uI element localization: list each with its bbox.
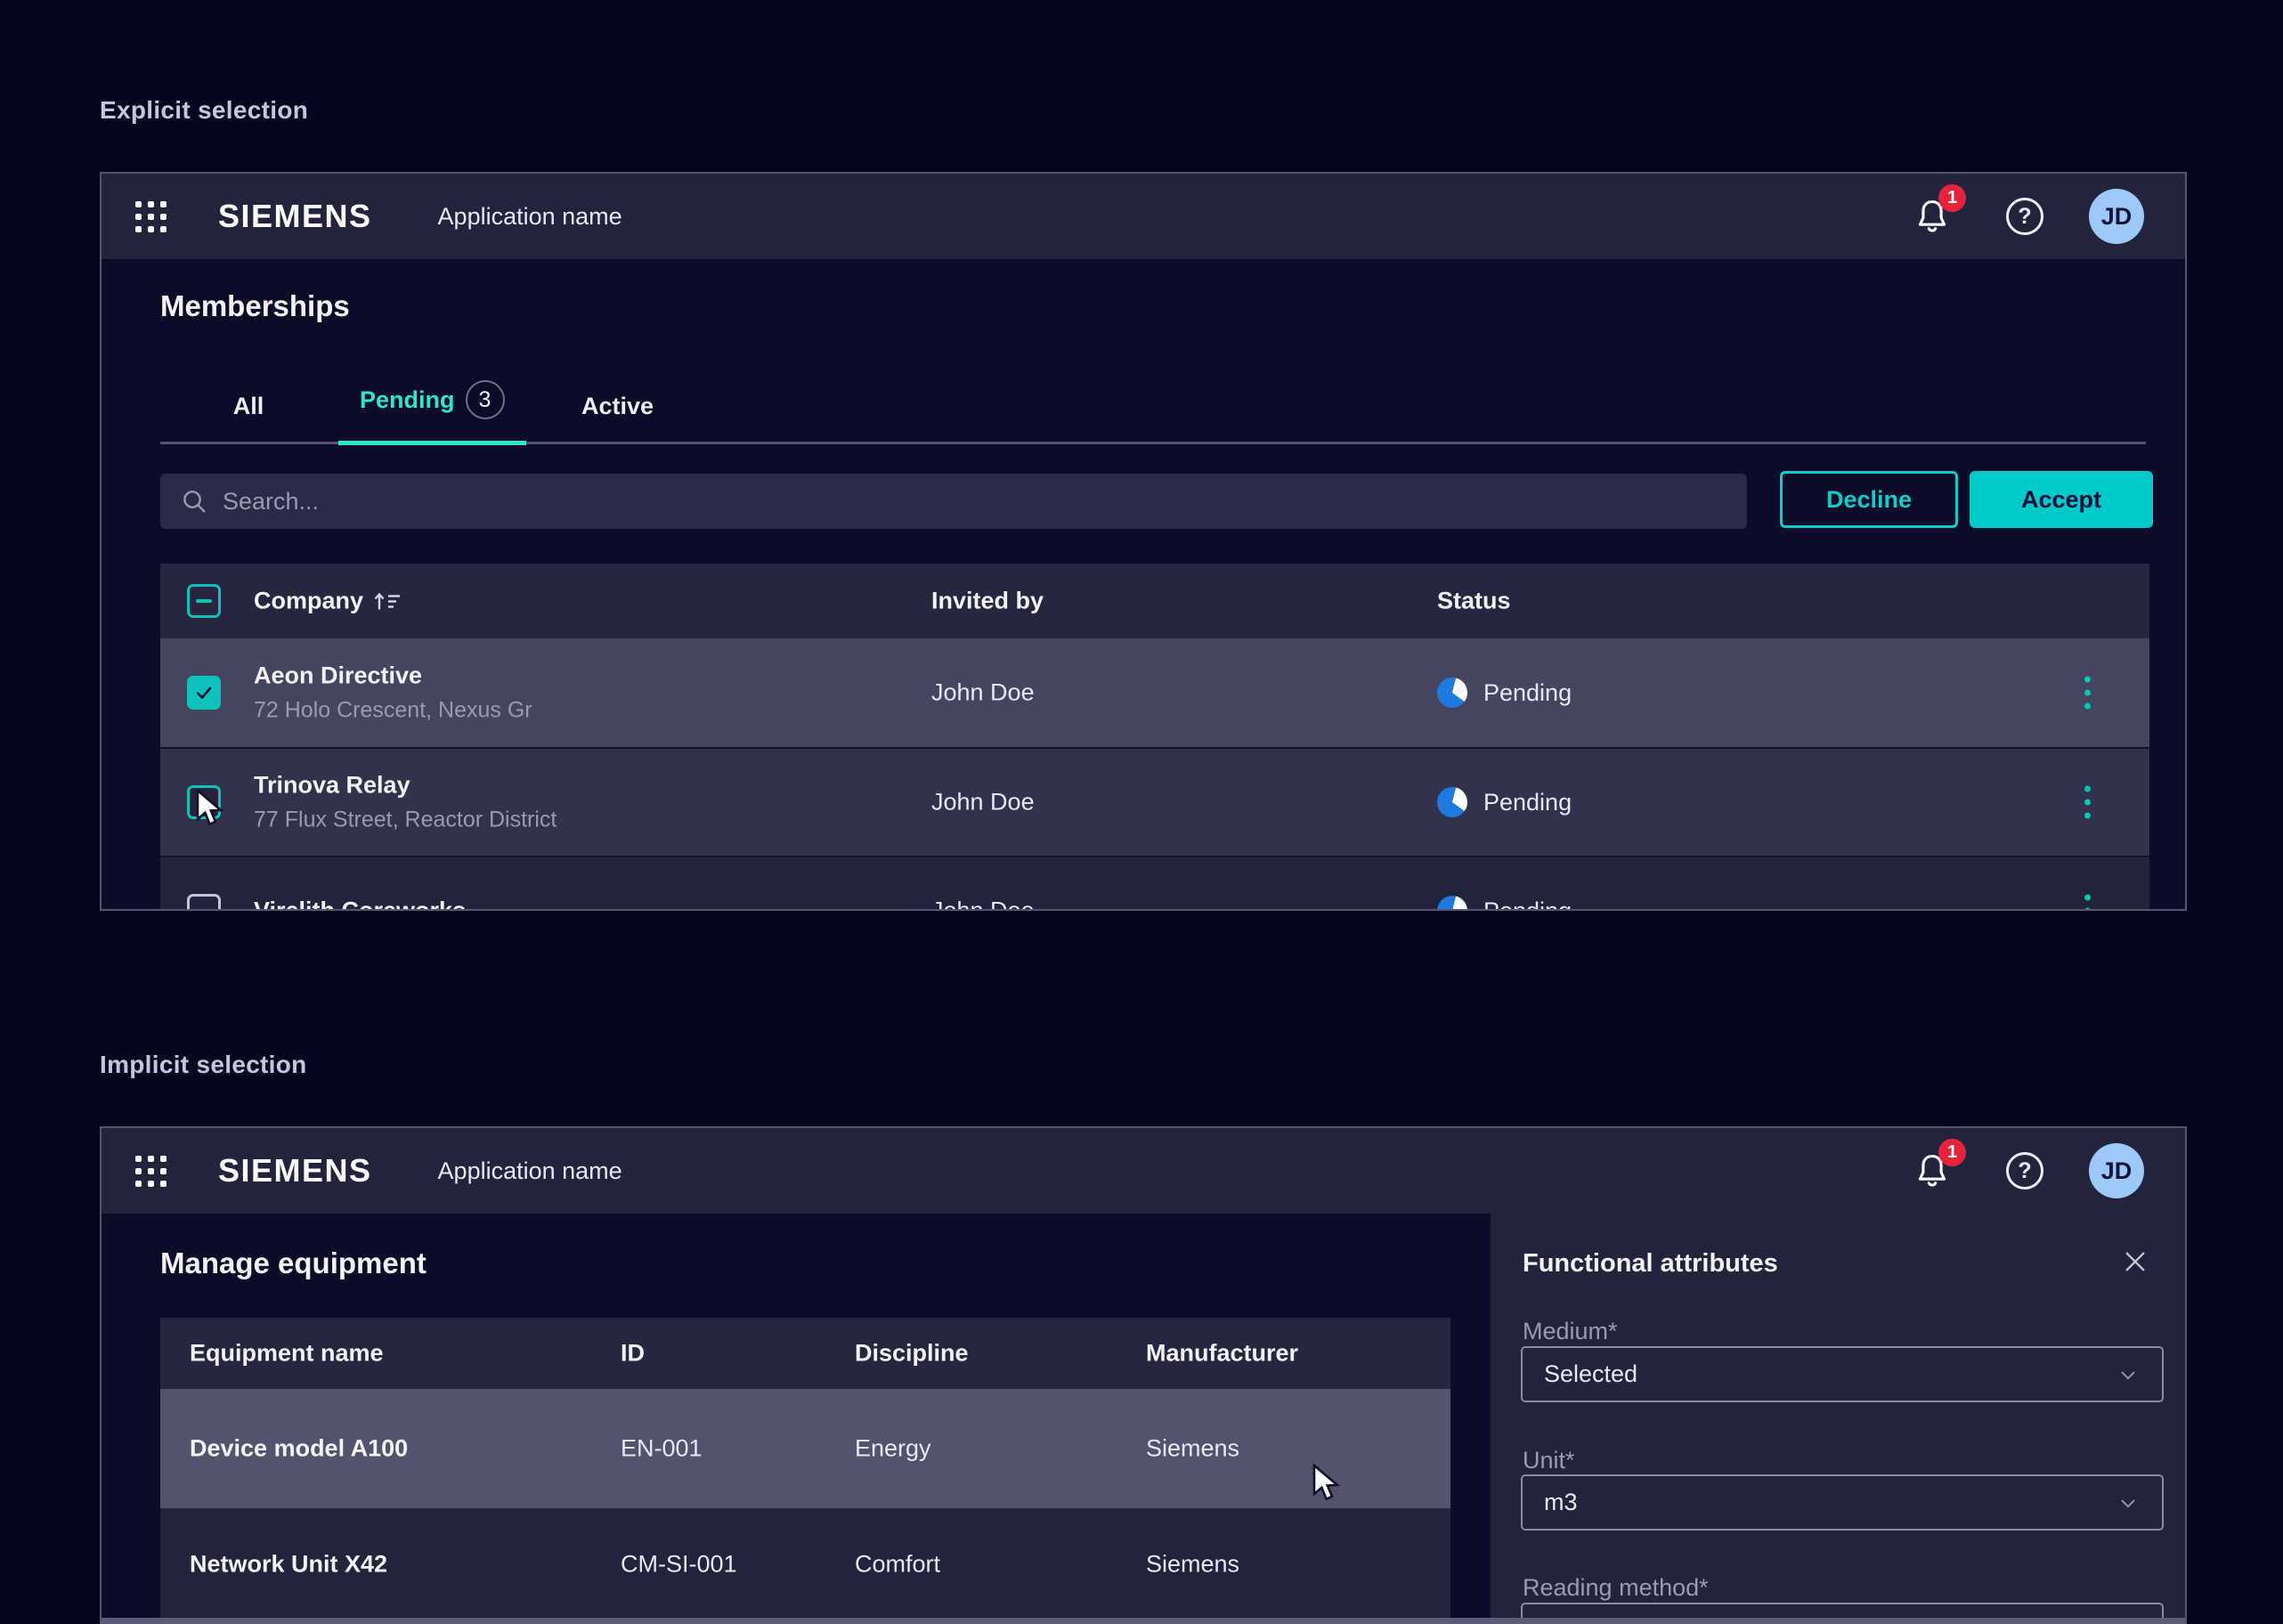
table-row-aeon-directive[interactable]: Aeon Directive 72 Holo Crescent, Nexus G… (160, 638, 2149, 747)
section-label-explicit: Explicit selection (100, 96, 308, 125)
question-mark-icon: ? (2006, 1152, 2043, 1190)
sort-ascending-icon[interactable] (372, 588, 402, 614)
company-name: Virelith Coreworks (254, 897, 466, 912)
notifications-button[interactable]: 1 (1911, 1149, 1954, 1192)
user-avatar[interactable]: JD (2089, 1143, 2144, 1198)
app-header-bar: SIEMENS Application name 1 ? JD (102, 174, 2185, 259)
column-header-status: Status (1437, 588, 1511, 615)
company-name: Trinova Relay (254, 772, 557, 800)
notifications-button[interactable]: 1 (1911, 195, 1954, 238)
siemens-logo: SIEMENS (218, 1152, 372, 1190)
company-address: 77 Flux Street, Reactor District (254, 808, 557, 833)
row-checkbox-checked[interactable] (187, 676, 221, 710)
equipment-row[interactable]: Network Unit X42 CM-SI-001 Comfort Sieme… (160, 1508, 1450, 1620)
equipment-table-header: Equipment name ID Discipline Manufacture… (160, 1318, 1450, 1389)
field-label-reading-method: Reading method* (1523, 1574, 1709, 1602)
unit-select[interactable]: m3 (1521, 1474, 2164, 1531)
app-launcher-icon[interactable] (135, 201, 167, 232)
equipment-name: Network Unit X42 (190, 1551, 387, 1579)
chevron-down-icon (2116, 1362, 2141, 1387)
app-launcher-icon[interactable] (135, 1156, 167, 1187)
status-label: Pending (1483, 897, 1572, 912)
field-label-unit: Unit* (1523, 1447, 1575, 1474)
help-button[interactable]: ? (2003, 1149, 2046, 1192)
invited-by-value: John Doe (931, 679, 1035, 707)
user-avatar[interactable]: JD (2089, 189, 2144, 244)
invited-by-value: John Doe (931, 897, 1035, 912)
column-header-discipline: Discipline (855, 1340, 969, 1368)
notification-badge: 1 (1938, 1139, 1966, 1166)
membership-tabs: All Pending 3 Active (160, 378, 2146, 444)
search-icon (180, 487, 208, 516)
table-row-trinova-relay[interactable]: Trinova Relay 77 Flux Street, Reactor Di… (160, 747, 2149, 856)
equipment-manufacturer: Siemens (1146, 1551, 1239, 1579)
status-pending-icon (1437, 896, 1467, 911)
decline-button[interactable]: Decline (1780, 471, 1958, 528)
status-pending-icon (1437, 678, 1467, 708)
column-header-manufacturer: Manufacturer (1146, 1340, 1298, 1368)
status-pending-icon (1437, 787, 1467, 817)
status-label: Pending (1483, 679, 1572, 707)
field-label-medium: Medium* (1523, 1318, 1618, 1345)
medium-select[interactable]: Selected (1521, 1346, 2164, 1402)
tab-pending-label: Pending (360, 386, 455, 414)
medium-select-value: Selected (1544, 1360, 2116, 1388)
equipment-row-selected[interactable]: Device model A100 EN-001 Energy Siemens (160, 1389, 1450, 1508)
check-icon (193, 682, 215, 703)
row-actions-kebab-menu[interactable] (2084, 677, 2091, 710)
unit-select-value: m3 (1544, 1489, 2116, 1516)
column-header-invited-by: Invited by (931, 588, 1044, 615)
application-name: Application name (438, 203, 622, 231)
siemens-logo: SIEMENS (218, 198, 372, 235)
column-header-company: Company (254, 588, 363, 615)
question-mark-icon: ? (2006, 198, 2043, 235)
search-placeholder: Search... (223, 488, 319, 516)
equipment-id: EN-001 (621, 1435, 703, 1463)
company-name: Aeon Directive (254, 662, 532, 690)
memberships-app-window: SIEMENS Application name 1 ? JD Membersh… (100, 172, 2187, 911)
accept-button[interactable]: Accept (1970, 471, 2153, 528)
equipment-app-window: SIEMENS Application name 1 ? JD Manage e… (100, 1126, 2187, 1624)
equipment-discipline: Comfort (855, 1551, 940, 1579)
status-label: Pending (1483, 789, 1572, 816)
functional-attributes-panel: Functional attributes Medium* Selected U… (1491, 1214, 2185, 1624)
column-header-id: ID (621, 1340, 645, 1368)
table-row-virelith-coreworks[interactable]: Virelith Coreworks John Doe Pending (160, 856, 2149, 911)
close-icon (2120, 1246, 2150, 1277)
panel-close-button[interactable] (2116, 1242, 2155, 1281)
page-title-manage-equipment: Manage equipment (160, 1246, 427, 1280)
chevron-down-icon (2116, 1490, 2141, 1515)
application-name: Application name (438, 1157, 622, 1185)
column-header-equipment-name: Equipment name (190, 1340, 384, 1368)
mouse-cursor (192, 789, 230, 830)
tab-pending-count-badge: 3 (466, 380, 505, 419)
notification-badge: 1 (1938, 184, 1966, 212)
search-input[interactable]: Search... (160, 474, 1747, 529)
mouse-cursor (1309, 1464, 1346, 1505)
row-actions-kebab-menu[interactable] (2084, 895, 2091, 912)
app-header-bar: SIEMENS Application name 1 ? JD (102, 1128, 2185, 1214)
row-checkbox-unchecked[interactable] (187, 894, 221, 911)
row-actions-kebab-menu[interactable] (2084, 786, 2091, 819)
help-button[interactable]: ? (2003, 195, 2046, 238)
tab-active[interactable]: Active (574, 393, 662, 442)
memberships-table-header: Company Invited by Status (160, 564, 2149, 638)
equipment-name: Device model A100 (190, 1435, 408, 1463)
equipment-discipline: Energy (855, 1435, 931, 1463)
next-row-edge-strip (102, 1618, 2185, 1624)
equipment-id: CM-SI-001 (621, 1551, 737, 1579)
select-all-checkbox[interactable] (187, 584, 221, 618)
panel-title: Functional attributes (1523, 1249, 1778, 1279)
company-address: 72 Holo Crescent, Nexus Gr (254, 698, 532, 724)
page-title-memberships: Memberships (160, 289, 350, 323)
tab-all[interactable]: All (226, 393, 271, 442)
tab-pending[interactable]: Pending 3 (338, 380, 526, 445)
section-label-implicit: Implicit selection (100, 1051, 307, 1079)
equipment-manufacturer: Siemens (1146, 1435, 1239, 1463)
invited-by-value: John Doe (931, 789, 1035, 816)
